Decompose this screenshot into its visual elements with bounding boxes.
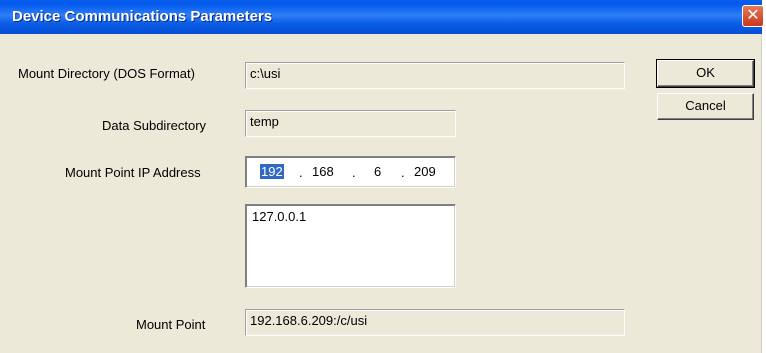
title-bar[interactable]: Device Communications Parameters ✕	[0, 0, 764, 34]
mount-directory-label: Mount Directory (DOS Format)	[18, 66, 195, 81]
ip-address-input[interactable]: 192 . 168 . 6 . 209	[245, 156, 456, 188]
ip-octet-4[interactable]: 209	[414, 164, 436, 179]
ip-address-list[interactable]: 127.0.0.1	[245, 204, 456, 288]
ip-octet-2[interactable]: 168	[312, 164, 334, 179]
mount-point-value: 192.168.6.209:/c/usi	[250, 313, 368, 328]
data-subdirectory-label: Data Subdirectory	[102, 118, 207, 133]
mount-point-label: Mount Point	[136, 317, 206, 332]
data-subdirectory-value: temp	[250, 114, 279, 129]
data-subdirectory-field[interactable]: temp	[245, 110, 456, 137]
mount-point-field[interactable]: 192.168.6.209:/c/usi	[245, 309, 625, 336]
ok-button[interactable]: OK	[656, 59, 755, 88]
close-icon[interactable]: ✕	[742, 5, 764, 27]
ip-separator: .	[299, 165, 303, 180]
ip-octet-3[interactable]: 6	[374, 164, 381, 179]
ip-separator: .	[401, 165, 405, 180]
dialog-title: Device Communications Parameters	[12, 8, 273, 25]
cancel-button[interactable]: Cancel	[657, 93, 754, 120]
ip-octet-1[interactable]: 192	[260, 164, 284, 179]
list-item[interactable]: 127.0.0.1	[252, 209, 449, 224]
mount-directory-value: c:\usi	[250, 66, 281, 81]
device-communications-dialog: Device Communications Parameters ✕ Mount…	[0, 0, 764, 353]
ip-separator: .	[352, 165, 356, 180]
mount-point-ip-label: Mount Point IP Address	[65, 165, 201, 180]
mount-directory-field[interactable]: c:\usi	[245, 62, 625, 89]
